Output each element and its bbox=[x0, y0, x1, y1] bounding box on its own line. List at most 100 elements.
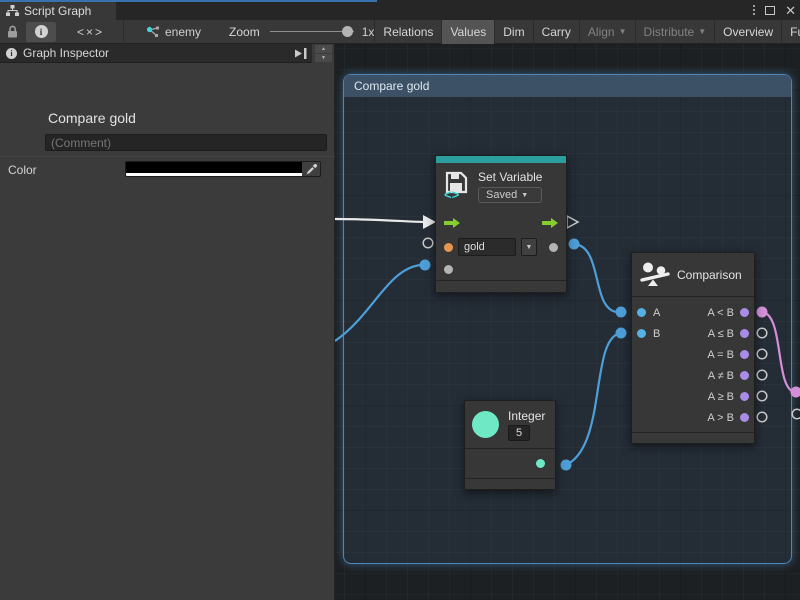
info-icon: i bbox=[6, 48, 17, 59]
graph-context-breadcrumb[interactable]: enemy bbox=[146, 25, 201, 39]
zoom-slider-handle[interactable] bbox=[342, 26, 353, 37]
integer-icon bbox=[472, 411, 499, 438]
node-integer[interactable]: Integer bbox=[464, 400, 556, 490]
eyedropper-icon bbox=[305, 163, 318, 176]
relations-button[interactable]: Relations bbox=[375, 20, 442, 44]
color-rgb-strip bbox=[126, 162, 302, 173]
divider bbox=[0, 156, 335, 157]
node-header[interactable]: Integer bbox=[465, 401, 555, 449]
zoom-label: Zoom bbox=[229, 25, 260, 39]
info-icon: i bbox=[35, 25, 48, 38]
group-header[interactable]: Compare gold bbox=[344, 75, 791, 97]
integer-value-input[interactable] bbox=[508, 425, 530, 441]
control-in-icon[interactable] bbox=[444, 218, 460, 228]
code-view-button[interactable]: <×> bbox=[58, 20, 124, 44]
close-icon[interactable]: ✕ bbox=[785, 4, 796, 17]
output-greater-port-icon[interactable] bbox=[740, 413, 749, 422]
node-body: A A < B B A ≤ B A = B A ≠ B bbox=[632, 297, 754, 432]
node-footer bbox=[632, 432, 754, 443]
output-notequal-label: A ≠ B bbox=[708, 370, 734, 382]
comment-input[interactable] bbox=[45, 134, 327, 151]
variable-row: gold ▼ bbox=[436, 235, 566, 259]
group-title: Compare gold bbox=[354, 79, 429, 93]
setvar-value-out-port[interactable] bbox=[569, 239, 580, 250]
distribute-dropdown[interactable]: Distribute▼ bbox=[636, 20, 716, 44]
output-equal-port-icon[interactable] bbox=[740, 350, 749, 359]
variable-scope-dropdown[interactable]: Saved ▼ bbox=[478, 187, 542, 203]
comparison-icon bbox=[640, 261, 670, 288]
code-icon: <×> bbox=[77, 25, 104, 39]
offscreen-port-unconnected[interactable] bbox=[792, 409, 800, 419]
output-greater-label: A > B bbox=[707, 412, 734, 424]
setvar-value-in-port[interactable] bbox=[420, 260, 431, 271]
variable-name-port-icon[interactable] bbox=[444, 243, 453, 252]
tab-bar: Script Graph ✕ bbox=[0, 0, 800, 20]
node-header[interactable]: Comparison bbox=[632, 253, 754, 297]
comparison-less-port[interactable] bbox=[757, 307, 768, 318]
inspector-toggle-button[interactable]: i bbox=[26, 22, 56, 42]
graph-toolbar: i <×> enemy Zoom 1x bbox=[0, 20, 800, 44]
window-controls: ✕ bbox=[753, 2, 796, 18]
menu-icon[interactable] bbox=[753, 5, 755, 15]
values-button[interactable]: Values bbox=[442, 20, 495, 44]
control-out-icon[interactable] bbox=[542, 218, 558, 228]
integer-out-port-icon[interactable] bbox=[536, 459, 545, 468]
output-equal-label: A = B bbox=[707, 349, 734, 361]
node-accent-strip bbox=[436, 156, 566, 163]
color-field[interactable] bbox=[125, 161, 321, 177]
output-less-label: A < B bbox=[707, 307, 734, 319]
integer-out-port[interactable] bbox=[561, 460, 572, 471]
output-lessequal-label: A ≤ B bbox=[708, 328, 734, 340]
spin-up-icon[interactable]: ▲ bbox=[315, 45, 332, 53]
value-in-port-icon[interactable] bbox=[444, 265, 453, 274]
eyedropper-button[interactable] bbox=[302, 162, 320, 176]
input-b-label: B bbox=[653, 328, 660, 340]
zoom-value: 1x bbox=[362, 25, 375, 39]
toolbar-right-group: Relations Values Dim Carry Align▼ Distri… bbox=[374, 20, 800, 44]
node-set-variable[interactable]: <> Set Variable Saved ▼ bbox=[435, 155, 567, 293]
output-lessequal-port-icon[interactable] bbox=[740, 329, 749, 338]
full-screen-button[interactable]: Full Screen bbox=[782, 20, 800, 44]
node-header[interactable]: <> Set Variable Saved ▼ bbox=[436, 163, 566, 211]
color-label: Color bbox=[8, 163, 37, 177]
comparison-b-port[interactable] bbox=[616, 328, 627, 339]
node-footer bbox=[465, 478, 555, 489]
dim-button[interactable]: Dim bbox=[495, 20, 533, 44]
node-title: Set Variable bbox=[478, 170, 542, 184]
variable-select[interactable]: gold bbox=[458, 238, 516, 256]
lock-button[interactable] bbox=[0, 20, 24, 44]
carry-button[interactable]: Carry bbox=[534, 20, 580, 44]
control-flow-row bbox=[436, 211, 566, 235]
node-title: Comparison bbox=[677, 268, 742, 282]
graph-canvas[interactable]: Compare gold bbox=[335, 44, 800, 600]
toolbar-left-group: i <×> enemy Zoom 1x bbox=[0, 20, 374, 44]
graph-context-label: enemy bbox=[165, 25, 201, 39]
value-out-port-icon[interactable] bbox=[549, 243, 558, 252]
variable-select-caret[interactable]: ▼ bbox=[521, 238, 537, 256]
dock-panel-icon[interactable] bbox=[294, 47, 308, 60]
graph-title: Compare gold bbox=[48, 110, 136, 126]
output-notequal-port-icon[interactable] bbox=[740, 371, 749, 380]
output-less-port-icon[interactable] bbox=[740, 308, 749, 317]
graph-inspector-panel: i Graph Inspector ▲ ▼ Compare gold Color bbox=[0, 44, 335, 600]
set-variable-icon: <> bbox=[444, 170, 470, 200]
node-footer bbox=[436, 280, 566, 292]
panel-spinner: ▲ ▼ bbox=[315, 45, 332, 62]
input-b-port-icon[interactable] bbox=[637, 329, 646, 338]
tab-script-graph[interactable]: Script Graph bbox=[0, 2, 116, 20]
chevron-down-icon: ▼ bbox=[619, 27, 627, 36]
svg-text:<>: <> bbox=[444, 187, 460, 200]
align-dropdown[interactable]: Align▼ bbox=[580, 20, 636, 44]
output-greaterequal-port-icon[interactable] bbox=[740, 392, 749, 401]
maximize-icon[interactable] bbox=[765, 6, 775, 15]
subgraph-icon bbox=[146, 26, 160, 38]
spin-down-icon[interactable]: ▼ bbox=[315, 54, 332, 62]
comparison-a-port[interactable] bbox=[616, 307, 627, 318]
input-a-port-icon[interactable] bbox=[637, 308, 646, 317]
overview-button[interactable]: Overview bbox=[715, 20, 782, 44]
graph-inspector-title: Graph Inspector bbox=[23, 46, 109, 60]
color-swatch[interactable] bbox=[126, 162, 302, 176]
tab-label: Script Graph bbox=[24, 4, 91, 18]
node-comparison[interactable]: Comparison A A < B B A ≤ B A = B bbox=[631, 252, 755, 444]
zoom-slider[interactable] bbox=[270, 31, 354, 32]
